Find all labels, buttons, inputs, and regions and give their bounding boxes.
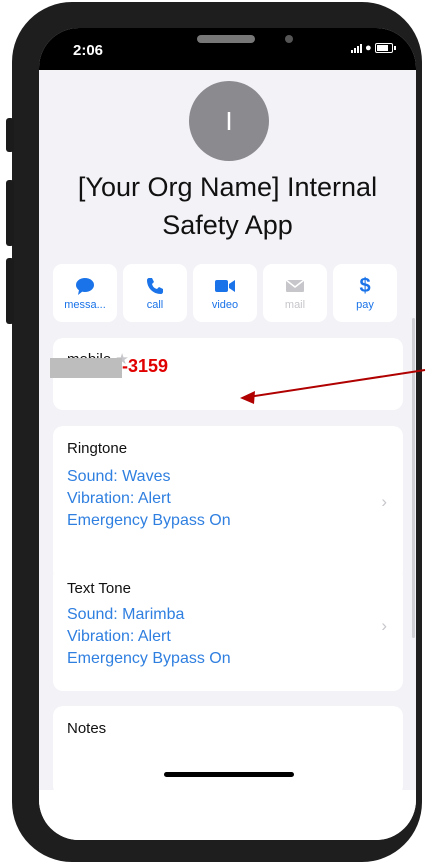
message-button[interactable]: messa... [53, 264, 117, 322]
texttone-card[interactable]: Text Tone Sound: Marimba Vibration: Aler… [53, 566, 403, 691]
video-button[interactable]: video [193, 264, 257, 322]
mail-label: mail [284, 299, 306, 311]
signal-icon [351, 43, 362, 53]
notes-label: Notes [67, 720, 107, 737]
ringtone-details: Sound: Waves Vibration: Alert Emergency … [67, 466, 231, 532]
phone-icon [146, 275, 164, 297]
call-label: call [146, 299, 164, 311]
scrollbar[interactable] [412, 318, 415, 638]
quick-actions: messa... call video mail $ pay [53, 264, 403, 322]
avatar-initial: I [225, 105, 233, 136]
ringtone-sound: Sound: Waves [67, 468, 171, 485]
contact-name: [Your Org Name] Internal Safety App [39, 168, 416, 244]
call-button[interactable]: call [123, 264, 187, 322]
message-icon [75, 275, 95, 297]
chevron-right-icon: › [381, 492, 387, 511]
ringtone-label: Ringtone [67, 440, 128, 457]
texttone-bypass: Emergency Bypass On [67, 650, 231, 667]
notes-card[interactable]: Notes [53, 706, 403, 796]
video-icon [214, 275, 236, 297]
message-label: messa... [64, 299, 106, 311]
volume-down-button [6, 258, 14, 324]
texttone-details: Sound: Marimba Vibration: Alert Emergenc… [67, 604, 231, 670]
avatar: I [189, 81, 269, 161]
mute-switch [6, 118, 14, 152]
ringtone-bypass: Emergency Bypass On [67, 512, 231, 529]
mail-icon [285, 275, 305, 297]
video-label: video [211, 299, 239, 311]
ringtone-vibration: Vibration: Alert [67, 490, 171, 507]
pay-label: pay [356, 299, 374, 311]
home-indicator[interactable] [164, 772, 294, 777]
status-bar: 2:06 ● [39, 28, 416, 70]
ringtone-card[interactable]: Ringtone Sound: Waves Vibration: Alert E… [53, 426, 403, 581]
phone-screen: 2:06 ● I [Your Org Name] Internal Safety… [39, 28, 416, 840]
status-time: 2:06 [73, 42, 104, 59]
mail-button[interactable]: mail [263, 264, 327, 322]
speaker-grille [197, 35, 255, 43]
battery-tip [393, 46, 396, 50]
phone-number[interactable]: -3159 [122, 356, 168, 377]
dollar-icon: $ [359, 275, 371, 297]
bottom-area [39, 790, 416, 840]
volume-up-button [6, 180, 14, 246]
texttone-sound: Sound: Marimba [67, 606, 185, 623]
wifi-icon: ● [365, 42, 372, 54]
front-camera [285, 35, 293, 43]
pay-button[interactable]: $ pay [333, 264, 397, 322]
chevron-right-icon: › [381, 616, 387, 635]
battery-icon [374, 43, 393, 53]
texttone-label: Text Tone [67, 580, 131, 597]
texttone-vibration: Vibration: Alert [67, 628, 171, 645]
redacted-number [50, 358, 122, 378]
contact-name-line2: Safety App [162, 210, 293, 240]
status-icons: ● [351, 42, 396, 54]
contact-name-line1: [Your Org Name] Internal [77, 172, 378, 202]
